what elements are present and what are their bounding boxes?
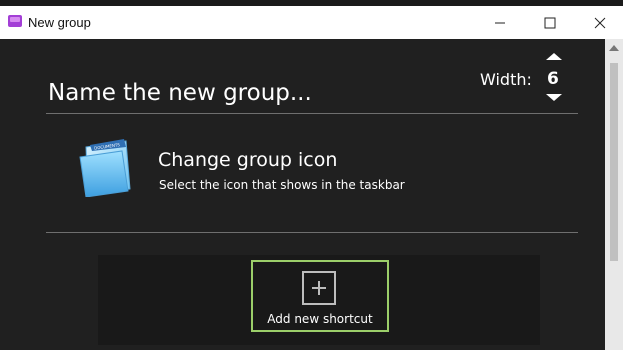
close-icon (594, 17, 606, 28)
dialog-content: Width: 6 DOCUMENTS (0, 39, 605, 350)
close-button[interactable] (577, 6, 623, 39)
shortcuts-panel: Add new shortcut (98, 255, 540, 345)
add-new-shortcut-button[interactable]: Add new shortcut (251, 260, 389, 332)
folder-icon: DOCUMENTS (79, 139, 131, 197)
add-shortcut-label: Add new shortcut (267, 312, 373, 326)
width-increase-icon[interactable] (546, 53, 562, 60)
scroll-up-icon[interactable] (609, 45, 619, 51)
change-icon-title: Change group icon (158, 149, 338, 171)
width-value: 6 (547, 69, 559, 89)
divider (46, 113, 578, 114)
new-group-window: New group Width: 6 (0, 6, 623, 350)
scroll-thumb[interactable] (610, 63, 618, 261)
divider (46, 232, 578, 233)
minimize-icon (495, 22, 505, 23)
vertical-scrollbar[interactable] (605, 39, 623, 350)
change-group-icon-button[interactable]: DOCUMENTS Change group icon Select the i… (74, 137, 534, 203)
minimize-button[interactable] (477, 6, 523, 39)
width-decrease-icon[interactable] (546, 94, 562, 101)
maximize-icon (544, 17, 556, 28)
window-title: New group (28, 15, 91, 30)
width-label: Width: (480, 70, 532, 89)
plus-icon (302, 271, 336, 305)
maximize-button[interactable] (527, 6, 573, 39)
title-bar[interactable]: New group (0, 6, 623, 39)
change-icon-subtitle: Select the icon that shows in the taskba… (159, 178, 405, 192)
app-icon (8, 15, 22, 27)
